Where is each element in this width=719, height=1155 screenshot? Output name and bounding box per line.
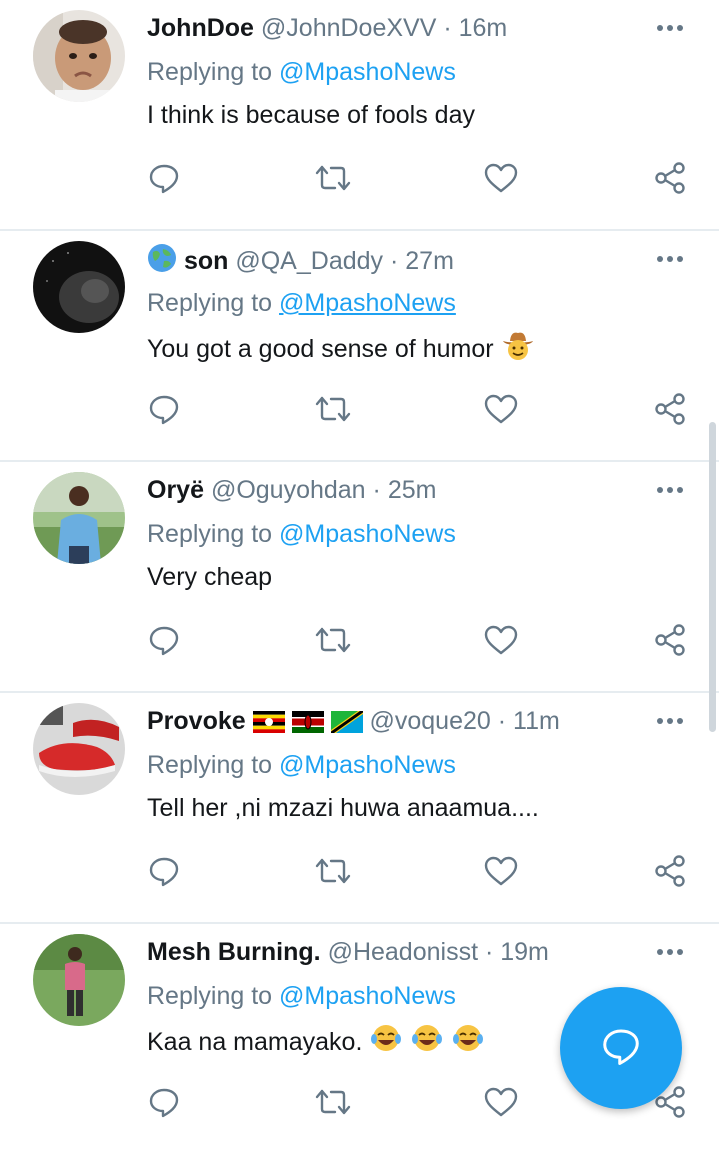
compose-reply-button[interactable] xyxy=(560,987,682,1109)
action-bar xyxy=(0,386,719,432)
more-dots-icon[interactable] xyxy=(655,245,685,273)
compose-reply-icon xyxy=(601,1026,641,1071)
replying-to-line: Replying to @MpashoNews xyxy=(147,518,456,550)
uganda-flag-emoji xyxy=(252,709,285,741)
replying-prefix: Replying to xyxy=(147,520,273,548)
heart-icon[interactable] xyxy=(478,386,524,432)
cowboy-face-emoji xyxy=(501,329,535,370)
more-dots-icon[interactable] xyxy=(655,938,685,966)
separator-dot: · xyxy=(389,247,399,275)
kenya-flag-emoji xyxy=(291,709,324,741)
tweet-item[interactable]: son @QA_Daddy · 27m Replying to @MpashoN… xyxy=(0,231,719,462)
timestamp[interactable]: 25m xyxy=(388,476,437,504)
tweet-item[interactable]: Provoke @voque20 · 11m Replying to @Mpas… xyxy=(0,693,719,924)
tweet-text: Tell her ,ni mzazi huwa anaamua.... xyxy=(147,794,539,822)
replying-prefix: Replying to xyxy=(147,58,273,86)
reply-bubble-icon[interactable] xyxy=(141,1079,187,1125)
tweet-header: JohnDoe @JohnDoeXVV · 16m xyxy=(147,12,639,44)
share-icon[interactable] xyxy=(647,848,693,894)
separator-dot: · xyxy=(443,14,452,42)
display-name[interactable]: Provoke xyxy=(147,707,246,735)
separator-dot: · xyxy=(484,938,494,966)
retweet-icon[interactable] xyxy=(310,848,356,894)
scrollbar[interactable] xyxy=(709,422,716,732)
share-icon[interactable] xyxy=(647,155,693,201)
share-icon[interactable] xyxy=(647,617,693,663)
retweet-icon[interactable] xyxy=(310,386,356,432)
tweet-item[interactable]: JohnDoe @JohnDoeXVV · 16m Replying to @M… xyxy=(0,0,719,231)
avatar[interactable] xyxy=(33,10,125,102)
reply-bubble-icon[interactable] xyxy=(141,617,187,663)
avatar[interactable] xyxy=(33,241,125,333)
tears-of-joy-emoji xyxy=(369,1022,403,1063)
tweet-text: Kaa na mamayako. xyxy=(147,1022,485,1063)
globe-emoji xyxy=(147,243,177,281)
action-bar xyxy=(0,617,719,663)
replying-prefix: Replying to xyxy=(147,289,273,317)
tweet-text: Very cheap xyxy=(147,563,273,591)
replying-to-line: Replying to @MpashoNews xyxy=(147,56,456,88)
reply-bubble-icon[interactable] xyxy=(141,155,187,201)
reply-bubble-icon[interactable] xyxy=(141,386,187,432)
retweet-icon[interactable] xyxy=(310,617,356,663)
heart-icon[interactable] xyxy=(478,155,524,201)
heart-icon[interactable] xyxy=(478,1079,524,1125)
avatar[interactable] xyxy=(33,472,125,564)
mention-link[interactable]: @MpashoNews xyxy=(279,58,456,86)
replying-to-line: Replying to @MpashoNews xyxy=(147,287,456,319)
share-icon[interactable] xyxy=(647,386,693,432)
separator-dot: · xyxy=(497,707,507,735)
tweet-text-content: You got a good sense of humor xyxy=(147,335,494,363)
avatar[interactable] xyxy=(33,703,125,795)
more-dots-icon[interactable] xyxy=(655,14,685,42)
more-dots-icon[interactable] xyxy=(655,707,685,735)
reply-bubble-icon[interactable] xyxy=(141,848,187,894)
display-name[interactable]: son xyxy=(184,247,228,275)
user-handle[interactable]: @QA_Daddy xyxy=(235,247,383,275)
tweet-text: I think is because of fools day xyxy=(147,101,475,129)
user-handle[interactable]: @voque20 xyxy=(369,707,490,735)
user-handle[interactable]: @Headonisst xyxy=(328,938,478,966)
tears-of-joy-emoji xyxy=(451,1022,485,1063)
retweet-icon[interactable] xyxy=(310,1079,356,1125)
replying-prefix: Replying to xyxy=(147,751,273,779)
timestamp[interactable]: 27m xyxy=(405,247,454,275)
user-handle[interactable]: @JohnDoeXVV xyxy=(261,14,436,42)
timestamp[interactable]: 16m xyxy=(459,14,508,42)
more-dots-icon[interactable] xyxy=(655,476,685,504)
display-name[interactable]: Oryë xyxy=(147,476,204,504)
action-bar xyxy=(0,848,719,894)
timestamp[interactable]: 11m xyxy=(513,707,560,735)
heart-icon[interactable] xyxy=(478,617,524,663)
reply-feed: JohnDoe @JohnDoeXVV · 16m Replying to @M… xyxy=(0,0,719,1155)
tweet-header: Oryë @Oguyohdan · 25m xyxy=(147,474,639,506)
mention-link[interactable]: @MpashoNews xyxy=(279,289,456,317)
replying-to-line: Replying to @MpashoNews xyxy=(147,749,456,781)
tanzania-flag-emoji xyxy=(330,709,363,741)
separator-dot: · xyxy=(372,476,381,504)
display-name[interactable]: Mesh Burning. xyxy=(147,938,321,966)
retweet-icon[interactable] xyxy=(310,155,356,201)
mention-link[interactable]: @MpashoNews xyxy=(279,520,456,548)
tweet-text: You got a good sense of humor xyxy=(147,329,535,370)
tweet-header: Mesh Burning. @Headonisst · 19m xyxy=(147,936,639,968)
tweet-text-content: Kaa na mamayako. xyxy=(147,1028,363,1056)
timestamp[interactable]: 19m xyxy=(500,938,549,966)
avatar[interactable] xyxy=(33,934,125,1026)
user-handle[interactable]: @Oguyohdan xyxy=(211,476,366,504)
heart-icon[interactable] xyxy=(478,848,524,894)
mention-link[interactable]: @MpashoNews xyxy=(279,982,456,1010)
display-name[interactable]: JohnDoe xyxy=(147,14,254,42)
replying-prefix: Replying to xyxy=(147,982,273,1010)
tweet-item[interactable]: Oryë @Oguyohdan · 25m Replying to @Mpash… xyxy=(0,462,719,693)
tweet-header: Provoke @voque20 · 11m xyxy=(147,705,639,741)
tears-of-joy-emoji xyxy=(410,1022,444,1063)
replying-to-line: Replying to @MpashoNews xyxy=(147,980,456,1012)
action-bar xyxy=(0,155,719,201)
tweet-header: son @QA_Daddy · 27m xyxy=(147,243,639,281)
mention-link[interactable]: @MpashoNews xyxy=(279,751,456,779)
